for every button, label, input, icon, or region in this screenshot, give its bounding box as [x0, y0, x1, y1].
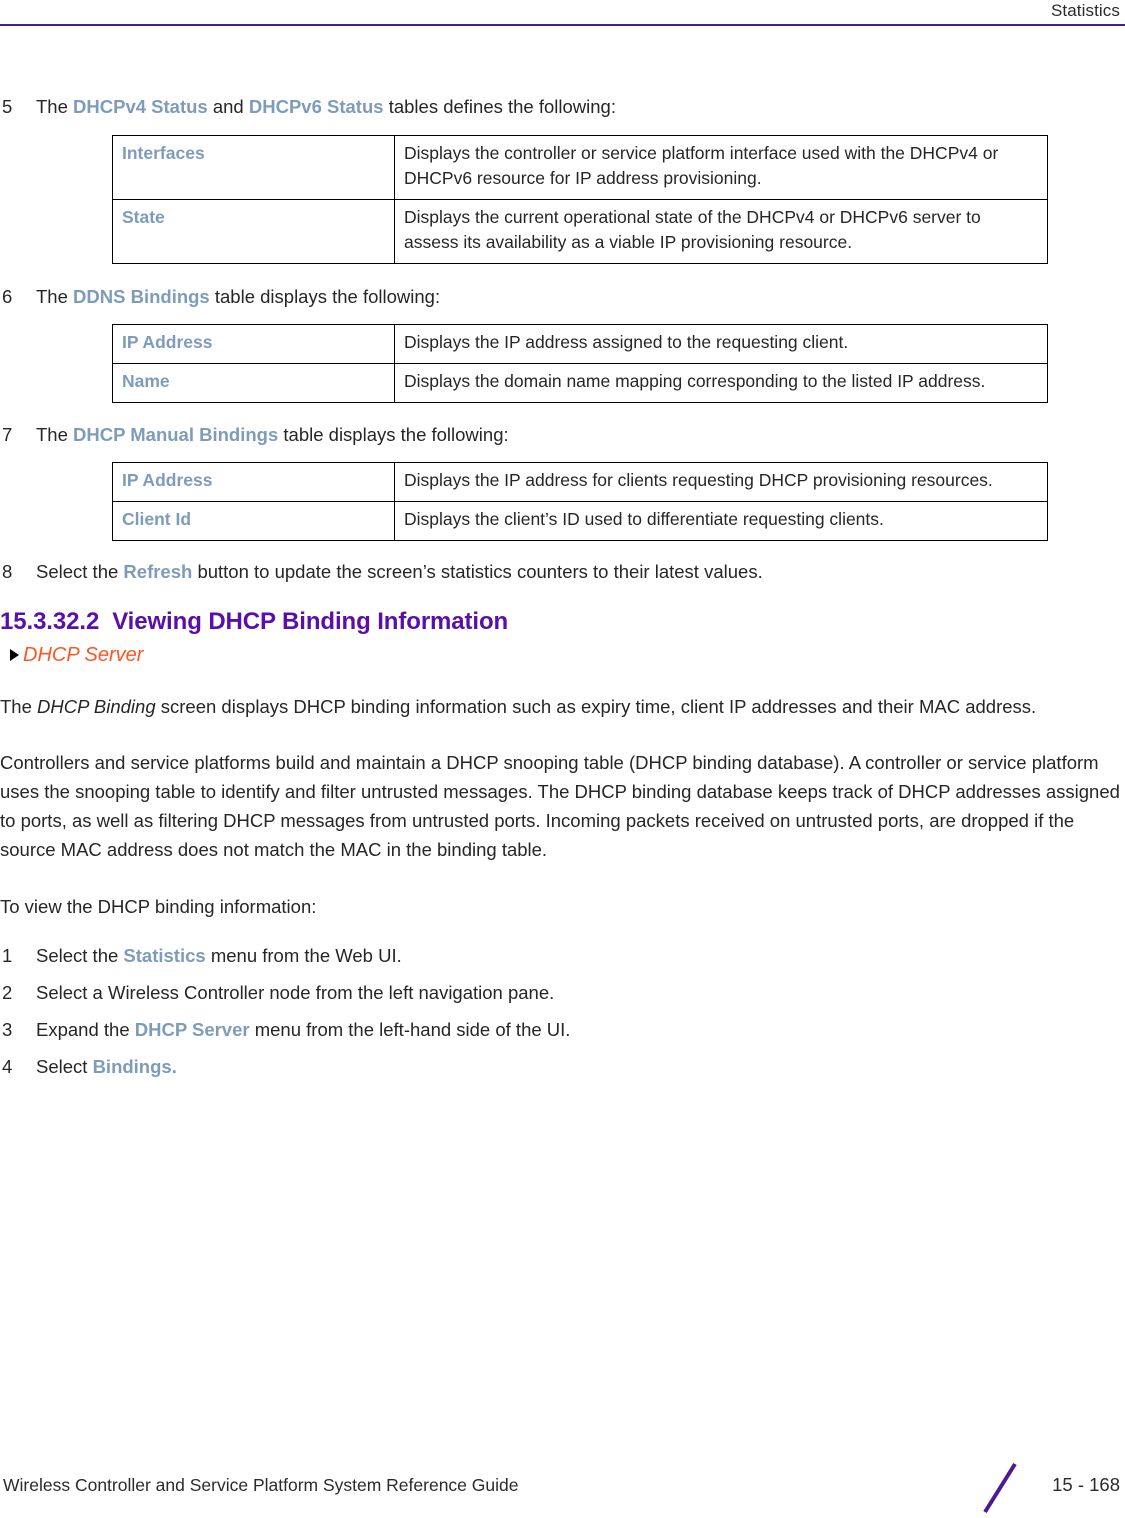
- step-5-text: The DHCPv4 Status and DHCPv6 Status tabl…: [36, 94, 1125, 120]
- step-6-keyword-ddns-bindings: DDNS Bindings: [73, 286, 210, 307]
- section-heading: 15.3.32.2 Viewing DHCP Binding Informatio…: [0, 607, 1125, 637]
- step-6-text: The DDNS Bindings table displays the fol…: [36, 284, 1125, 310]
- procedure-step-4-pre: Select: [36, 1056, 93, 1077]
- procedure-step-1-post: menu from the Web UI.: [205, 945, 402, 966]
- step-5-keyword-dhcpv6-status: DHCPv6 Status: [248, 96, 384, 117]
- step-5-pre: The: [36, 96, 74, 117]
- table-row: State Displays the current operational s…: [112, 199, 1048, 264]
- procedure-step-2-text: Select a Wireless Controller node from t…: [36, 980, 1125, 1006]
- description-cell: Displays the IP address assigned to the …: [394, 324, 1048, 364]
- description-cell: Displays the current operational state o…: [394, 199, 1048, 264]
- procedure-step-1-text: Select the Statistics menu from the Web …: [36, 943, 1125, 969]
- description-cell: Displays the IP address for clients requ…: [394, 462, 1048, 502]
- cross-reference-link-dhcp-server[interactable]: DHCP Server: [23, 642, 143, 668]
- intro-italic-screen-name: DHCP Binding: [37, 696, 156, 717]
- procedure-step-2-pre: Select a Wireless Controller node from t…: [36, 982, 555, 1003]
- description-cell: Displays the domain name mapping corresp…: [394, 363, 1048, 403]
- footer-page-number: 15 - 168: [1052, 1474, 1120, 1495]
- intro-post: screen displays DHCP binding information…: [155, 696, 1037, 717]
- step-6-pre: The: [36, 286, 74, 307]
- table-row: IP Address Displays the IP address for c…: [112, 462, 1048, 502]
- section-title: Viewing DHCP Binding Information: [112, 608, 509, 635]
- table-row: Client Id Displays the client’s ID used …: [112, 501, 1048, 541]
- step-8-pre: Select the: [36, 561, 124, 582]
- dhcp-status-table: Interfaces Displays the controller or se…: [112, 135, 1048, 264]
- dhcp-manual-bindings-table: IP Address Displays the IP address for c…: [112, 462, 1048, 541]
- section-number: 15.3.32.2: [0, 608, 100, 635]
- table-row: Name Displays the domain name mapping co…: [112, 363, 1048, 403]
- step-8-text: Select the Refresh button to update the …: [36, 559, 1125, 585]
- intro-pre: The: [0, 696, 38, 717]
- term-cell: Client Id: [112, 501, 395, 541]
- running-head-title: Statistics: [1050, 1, 1120, 20]
- procedure-lead-in: To view the DHCP binding information:: [0, 896, 317, 917]
- procedure-step-4-keyword-bindings: Bindings.: [92, 1056, 177, 1077]
- triangle-right-icon: [10, 649, 19, 661]
- step-5-number: 5: [2, 96, 13, 117]
- procedure-step-3-post: menu from the left-hand side of the UI.: [249, 1019, 571, 1040]
- procedure-step-4-text: Select Bindings.: [36, 1054, 1125, 1080]
- procedure-step-4: 4 Select Bindings.: [0, 1054, 1125, 1080]
- step-7-keyword-dhcp-manual-bindings: DHCP Manual Bindings: [73, 424, 279, 445]
- step-8-post: button to update the screen’s statistics…: [192, 561, 763, 582]
- procedure-step-1-keyword-statistics: Statistics: [123, 945, 206, 966]
- ddns-bindings-table: IP Address Displays the IP address assig…: [112, 324, 1048, 403]
- slash-icon: [983, 1462, 1017, 1514]
- description-cell: Displays the client’s ID used to differe…: [394, 501, 1048, 541]
- table-row: Interfaces Displays the controller or se…: [112, 135, 1048, 200]
- procedure-step-3: 3 Expand the DHCP Server menu from the l…: [0, 1017, 1125, 1043]
- step-6-number: 6: [2, 286, 13, 307]
- step-8-number: 8: [2, 561, 13, 582]
- term-cell: Interfaces: [112, 135, 395, 200]
- footer-slash-decoration: [983, 1462, 1019, 1514]
- step-6: 6 The DDNS Bindings table displays the f…: [0, 284, 1125, 310]
- procedure-step-2: 2 Select a Wireless Controller node from…: [0, 980, 1125, 1006]
- term-cell: IP Address: [112, 324, 395, 364]
- procedure-step-4-number: 4: [2, 1056, 13, 1077]
- table-row: IP Address Displays the IP address assig…: [112, 324, 1048, 364]
- page-content: 5 The DHCPv4 Status and DHCPv6 Status ta…: [0, 26, 1125, 1080]
- procedure-step-2-number: 2: [2, 982, 13, 1003]
- procedure-step-1-pre: Select the: [36, 945, 124, 966]
- procedure-step-3-pre: Expand the: [36, 1019, 135, 1040]
- breadcrumb[interactable]: DHCP Server: [10, 642, 1125, 668]
- term-cell: Name: [112, 363, 395, 403]
- procedure-step-3-keyword-dhcp-server: DHCP Server: [134, 1019, 250, 1040]
- footer-guide-title: Wireless Controller and Service Platform…: [3, 1475, 519, 1495]
- step-8: 8 Select the Refresh button to update th…: [0, 559, 1125, 585]
- step-7-post: table displays the following:: [278, 424, 509, 445]
- step-5-post: tables defines the following:: [383, 96, 616, 117]
- step-6-post: table displays the following:: [209, 286, 441, 307]
- step-7: 7 The DHCP Manual Bindings table display…: [0, 422, 1125, 448]
- page-footer: Wireless Controller and Service Platform…: [0, 1448, 1125, 1518]
- term-cell: IP Address: [112, 462, 395, 502]
- description-cell: Displays the controller or service platf…: [394, 135, 1048, 200]
- body-paragraph-2: Controllers and service platforms build …: [0, 752, 1120, 860]
- procedure-step-3-text: Expand the DHCP Server menu from the lef…: [36, 1017, 1125, 1043]
- step-8-keyword-refresh: Refresh: [123, 561, 193, 582]
- procedure-step-3-number: 3: [2, 1019, 13, 1040]
- intro-paragraph: The DHCP Binding screen displays DHCP bi…: [0, 692, 1125, 721]
- step-7-text: The DHCP Manual Bindings table displays …: [36, 422, 1125, 448]
- step-7-number: 7: [2, 424, 13, 445]
- step-5: 5 The DHCPv4 Status and DHCPv6 Status ta…: [0, 94, 1125, 120]
- step-7-pre: The: [36, 424, 74, 445]
- step-5-keyword-dhcpv4-status: DHCPv4 Status: [73, 96, 208, 117]
- step-5-mid: and: [207, 96, 249, 117]
- procedure-step-1: 1 Select the Statistics menu from the We…: [0, 943, 1125, 969]
- page-header: Statistics: [0, 0, 1125, 26]
- procedure-step-1-number: 1: [2, 945, 13, 966]
- term-cell: State: [112, 199, 395, 264]
